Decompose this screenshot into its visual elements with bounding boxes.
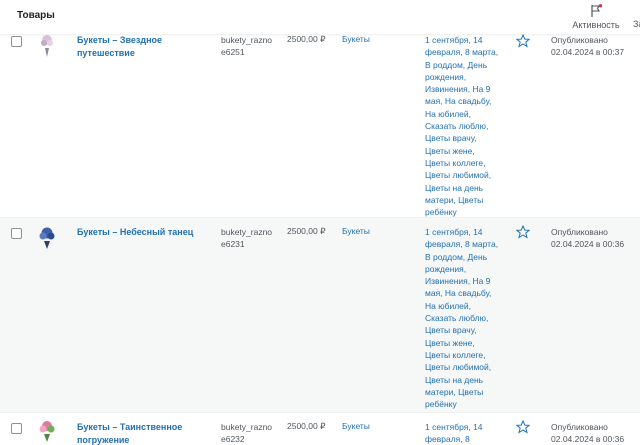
product-name-link[interactable]: Букеты – Звездное путешествие <box>77 34 202 59</box>
product-price: 2500,00 ₽ <box>287 226 326 236</box>
flag-icon <box>591 4 603 17</box>
product-category-link[interactable]: Букеты <box>342 421 370 431</box>
publish-date: 02.04.2024 в 00:37 <box>551 47 625 58</box>
row-checkbox[interactable] <box>11 228 22 239</box>
product-thumbnail[interactable] <box>36 34 58 58</box>
star-outline-icon[interactable] <box>516 420 530 434</box>
status-cell: Опубликовано 02.04.2024 в 00:36 <box>551 421 640 445</box>
status-label: Опубликовано <box>551 35 608 45</box>
next-header-item[interactable]: За <box>633 19 640 29</box>
publish-date: 02.04.2024 в 00:36 <box>551 239 625 250</box>
top-bar: Товары Активность За <box>0 0 640 34</box>
star-outline-icon[interactable] <box>516 225 530 239</box>
product-category-link[interactable]: Букеты <box>342 226 370 236</box>
product-sku: bukety_raznoe6232 <box>221 422 273 445</box>
status-label: Опубликовано <box>551 227 608 237</box>
page-title: Товары <box>17 10 55 21</box>
product-thumbnail[interactable] <box>36 419 58 443</box>
product-price: 2500,00 ₽ <box>287 34 326 44</box>
notification-dot <box>598 4 603 8</box>
product-name-link[interactable]: Букеты – Небесный танец <box>77 226 202 239</box>
product-tags[interactable]: 1 сентября, 14 февраля, 8 марта, В роддо… <box>425 226 501 410</box>
activity-button[interactable]: Активность <box>571 4 621 30</box>
status-label: Опубликовано <box>551 422 608 432</box>
table-row: Букеты – Таинственное погружение bukety_… <box>0 413 640 445</box>
product-sku: bukety_raznoe6231 <box>221 227 273 250</box>
row-checkbox[interactable] <box>11 36 22 47</box>
activity-label: Активность <box>572 20 620 30</box>
table-row: Букеты – Звездное путешествие bukety_raz… <box>0 34 640 218</box>
status-cell: Опубликовано 02.04.2024 в 00:36 <box>551 226 640 251</box>
product-sku: bukety_raznoe6251 <box>221 35 273 58</box>
product-name-link[interactable]: Букеты – Таинственное погружение <box>77 421 202 445</box>
product-category-link[interactable]: Букеты <box>342 34 370 44</box>
product-thumbnail[interactable] <box>36 226 58 250</box>
product-price: 2500,00 ₽ <box>287 421 326 431</box>
star-outline-icon[interactable] <box>516 34 530 48</box>
product-tags[interactable]: 1 сентября, 14 февраля, 8 марта, В роддо… <box>425 34 501 217</box>
table-row: Букеты – Небесный танец bukety_raznoe623… <box>0 218 640 413</box>
publish-date: 02.04.2024 в 00:36 <box>551 434 625 445</box>
product-tags[interactable]: 1 сентября, 14 февраля, 8 <box>425 421 501 445</box>
status-cell: Опубликовано 02.04.2024 в 00:37 <box>551 34 640 59</box>
row-checkbox[interactable] <box>11 423 22 434</box>
